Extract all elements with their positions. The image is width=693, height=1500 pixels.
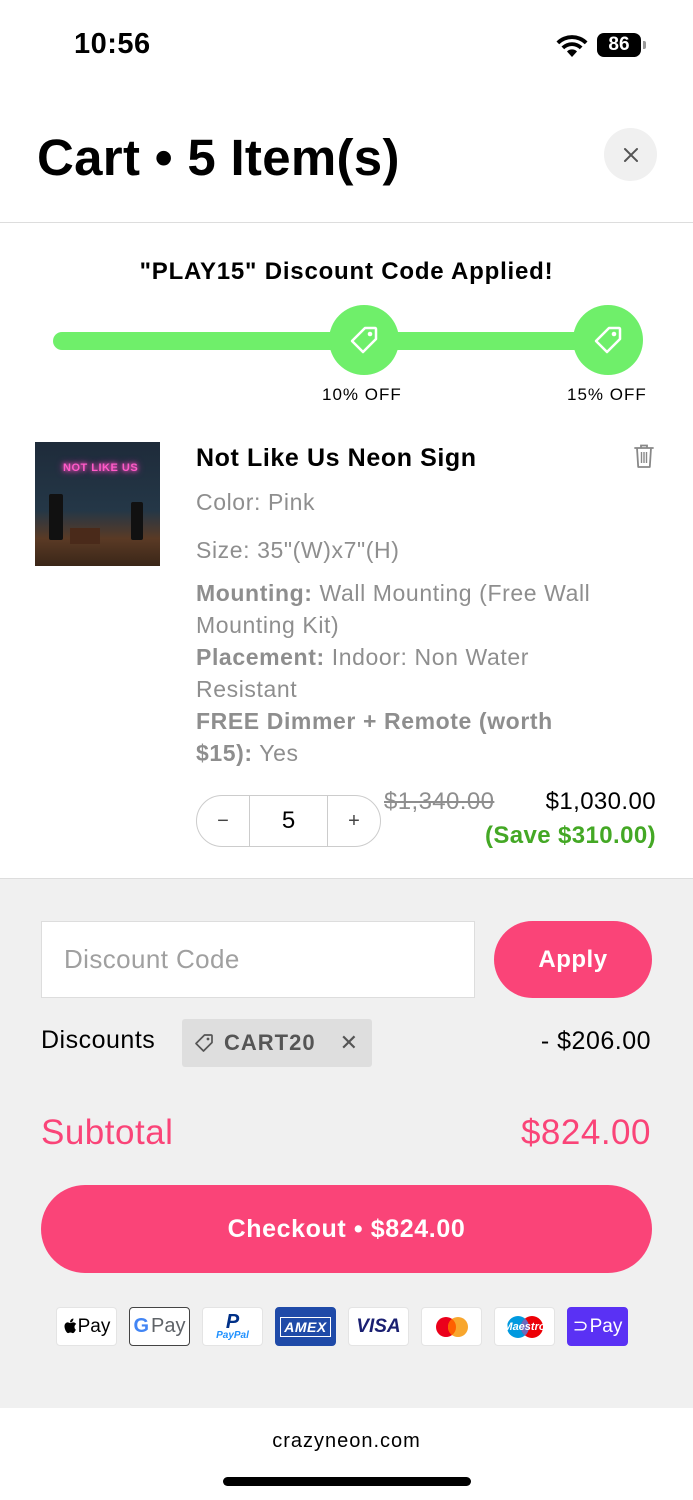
product-dimmer: FREE Dimmer + Remote (worth $15): Yes [196, 705, 616, 769]
product-mounting: Mounting: Wall Mounting (Free Wall Mount… [196, 577, 616, 641]
wifi-icon [556, 35, 588, 57]
status-bar: 10:56 86 [0, 0, 693, 90]
discount-amount: - $206.00 [540, 1027, 651, 1055]
maestro-label: Maestro [503, 1320, 546, 1333]
visa-icon: VISA [348, 1307, 409, 1346]
shop-pay-label: Pay [589, 1315, 623, 1337]
quantity-stepper: − 5 + [196, 795, 381, 847]
increase-quantity-button[interactable]: + [328, 796, 380, 846]
page-title: Cart • 5 Item(s) [37, 129, 400, 186]
savings-text: (Save $310.00) [484, 822, 656, 849]
trash-icon[interactable] [633, 443, 655, 469]
paypal-label: PayPal [216, 1329, 249, 1341]
maestro-icon: Maestro [494, 1307, 555, 1346]
site-url[interactable]: crazyneon.com [0, 1430, 693, 1453]
mastercard-icon [421, 1307, 482, 1346]
payment-methods: Pay G Pay P PayPal AMEX VISA Maestro ⊃ Pay [56, 1307, 636, 1347]
product-name[interactable]: Not Like Us Neon Sign [196, 444, 477, 473]
shop-pay-icon: ⊃ Pay [567, 1307, 628, 1346]
amex-icon: AMEX [275, 1307, 336, 1346]
current-price: $1,030.00 [545, 788, 656, 815]
discount-code-input[interactable] [41, 921, 475, 998]
google-pay-icon: G Pay [129, 1307, 190, 1346]
product-placement: Placement: Indoor: Non Water Resistant [196, 641, 616, 705]
decrease-quantity-button[interactable]: − [197, 796, 249, 846]
google-pay-label: Pay [151, 1315, 186, 1337]
tag-icon [350, 326, 378, 354]
cart-summary: Apply Discounts CART20 ✕ - $206.00 Subto… [0, 878, 693, 1408]
discount-chip-code: CART20 [224, 1030, 316, 1055]
tier-label-10: 10% OFF [322, 385, 402, 404]
quantity-value[interactable]: 5 [249, 796, 328, 846]
visa-label: VISA [356, 1315, 401, 1337]
apple-pay-label: Pay [77, 1315, 111, 1337]
tier-label-15: 15% OFF [567, 385, 647, 404]
battery-level: 86 [597, 33, 641, 57]
battery-icon: 86 [597, 33, 647, 59]
subtotal-amount: $824.00 [520, 1113, 651, 1152]
status-time: 10:56 [74, 28, 151, 60]
paypal-icon: P PayPal [202, 1307, 263, 1346]
tag-icon [594, 326, 622, 354]
discount-chip: CART20 ✕ [182, 1019, 372, 1067]
product-image[interactable]: NOT LIKE US [35, 442, 160, 566]
product-image-neon-text: NOT LIKE US [63, 462, 139, 474]
placement-label: Placement: [196, 644, 325, 670]
amex-label: AMEX [280, 1316, 331, 1337]
close-button[interactable] [604, 128, 657, 181]
subtotal-label: Subtotal [41, 1113, 174, 1152]
product-size: Size: 35"(W)x7"(H) [196, 537, 400, 563]
dimmer-label: FREE Dimmer + Remote (worth $15): [196, 708, 553, 766]
dimmer-value: Yes [259, 740, 299, 766]
tag-icon [195, 1034, 213, 1052]
discount-applied-heading: "PLAY15" Discount Code Applied! [139, 258, 554, 285]
tier-milestone-10 [329, 305, 399, 375]
home-indicator[interactable] [223, 1477, 471, 1486]
product-color: Color: Pink [196, 489, 316, 515]
checkout-button[interactable]: Checkout • $824.00 [41, 1185, 652, 1273]
tier-milestone-15 [573, 305, 643, 375]
apply-discount-button[interactable]: Apply [494, 921, 652, 998]
original-price: $1,340.00 [384, 788, 495, 815]
cart-header: Cart • 5 Item(s) [0, 90, 693, 223]
close-icon [623, 147, 638, 162]
discounts-label: Discounts [41, 1026, 156, 1054]
apple-pay-icon: Pay [56, 1307, 117, 1346]
mounting-label: Mounting: [196, 580, 313, 606]
remove-discount-button[interactable]: ✕ [340, 1030, 358, 1056]
